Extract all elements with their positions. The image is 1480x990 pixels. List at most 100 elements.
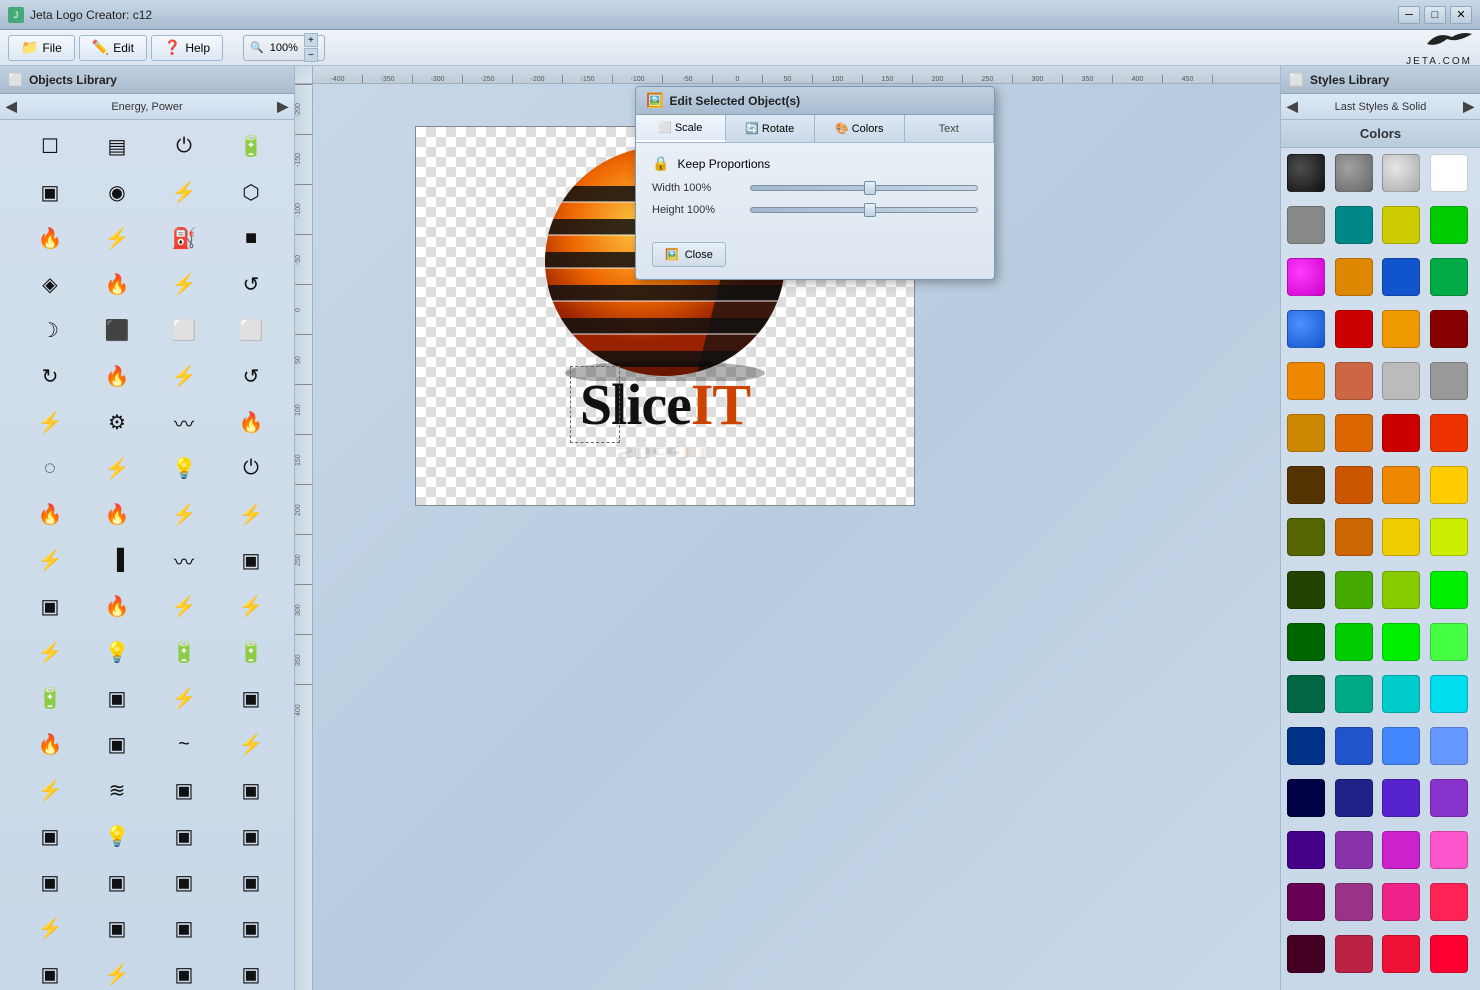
icon-cell[interactable]: 🔥 [225, 400, 277, 444]
icon-cell[interactable]: ⚙ [91, 400, 143, 444]
color-swatch[interactable] [1287, 727, 1325, 765]
icon-cell[interactable]: ▣ [91, 906, 143, 950]
color-swatch[interactable] [1335, 206, 1373, 244]
icon-cell[interactable]: ⚡ [91, 216, 143, 260]
color-swatch[interactable] [1335, 831, 1373, 869]
color-swatch[interactable] [1382, 935, 1420, 973]
icon-cell[interactable]: ↻ [24, 354, 76, 398]
color-swatch[interactable] [1287, 414, 1325, 452]
icon-cell[interactable]: ⛽ [158, 216, 210, 260]
file-menu[interactable]: 📁 File [8, 35, 75, 61]
color-swatch[interactable] [1430, 310, 1468, 348]
color-swatch[interactable] [1430, 258, 1468, 296]
icon-cell[interactable]: ▣ [225, 676, 277, 720]
icon-cell[interactable]: 💡 [91, 814, 143, 858]
icon-cell[interactable]: ▣ [158, 768, 210, 812]
icon-cell[interactable]: ⚡ [158, 492, 210, 536]
icon-cell[interactable]: ▣ [91, 722, 143, 766]
color-swatch[interactable] [1382, 310, 1420, 348]
color-swatch[interactable] [1430, 518, 1468, 556]
icon-cell[interactable]: ▣ [225, 538, 277, 582]
color-swatch[interactable] [1335, 310, 1373, 348]
tab-rotate[interactable]: 🔄 Rotate [726, 115, 816, 142]
icon-cell[interactable]: ⬜ [225, 308, 277, 352]
color-swatch[interactable] [1430, 414, 1468, 452]
color-swatch[interactable] [1287, 362, 1325, 400]
color-swatch[interactable] [1430, 466, 1468, 504]
icon-cell[interactable]: 🔥 [24, 722, 76, 766]
color-swatch[interactable] [1335, 362, 1373, 400]
icon-cell[interactable]: ⚡ [158, 676, 210, 720]
color-swatch[interactable] [1287, 310, 1325, 348]
color-swatch[interactable] [1287, 206, 1325, 244]
icon-cell[interactable]: ▣ [225, 906, 277, 950]
icon-cell[interactable]: ⚡ [24, 768, 76, 812]
color-swatch[interactable] [1287, 831, 1325, 869]
close-button[interactable]: ✕ [1450, 6, 1472, 24]
color-swatch[interactable] [1287, 935, 1325, 973]
icon-cell[interactable]: ▣ [225, 860, 277, 904]
icon-cell[interactable]: ◌ [24, 446, 76, 490]
width-slider[interactable] [750, 185, 978, 191]
color-swatch[interactable] [1382, 154, 1420, 192]
color-swatch[interactable] [1335, 258, 1373, 296]
color-swatch[interactable] [1382, 571, 1420, 609]
icon-cell[interactable]: ▣ [24, 584, 76, 628]
objects-next-button[interactable]: ▶ [277, 98, 288, 115]
color-swatch[interactable] [1430, 935, 1468, 973]
color-swatch[interactable] [1430, 883, 1468, 921]
icon-cell[interactable]: 🔥 [91, 492, 143, 536]
color-swatch[interactable] [1382, 414, 1420, 452]
icon-cell[interactable]: ▣ [158, 952, 210, 990]
color-swatch[interactable] [1335, 466, 1373, 504]
color-swatch[interactable] [1335, 571, 1373, 609]
icon-cell[interactable]: ▤ [91, 124, 143, 168]
icon-cell[interactable]: ▣ [91, 676, 143, 720]
icon-cell[interactable]: ↺ [225, 354, 277, 398]
minimize-button[interactable]: ─ [1398, 6, 1420, 24]
icon-cell[interactable]: ⚡ [158, 262, 210, 306]
color-swatch[interactable] [1430, 831, 1468, 869]
color-swatch[interactable] [1287, 518, 1325, 556]
icon-cell[interactable]: ⬜ [158, 308, 210, 352]
color-swatch[interactable] [1287, 466, 1325, 504]
icon-cell[interactable]: ▣ [225, 768, 277, 812]
icon-cell[interactable]: ⚡ [24, 400, 76, 444]
icon-cell[interactable]: ⏻ [225, 446, 277, 490]
color-swatch[interactable] [1335, 414, 1373, 452]
icon-cell[interactable]: 💡 [158, 446, 210, 490]
icon-cell[interactable]: ▣ [225, 952, 277, 990]
styles-prev-button[interactable]: ◀ [1287, 98, 1298, 115]
icon-cell[interactable]: ▣ [24, 860, 76, 904]
objects-prev-button[interactable]: ◀ [6, 98, 17, 115]
color-swatch[interactable] [1335, 727, 1373, 765]
zoom-in-button[interactable]: + [304, 33, 318, 47]
icon-cell[interactable]: 〰 [158, 400, 210, 444]
tab-colors[interactable]: 🎨 Colors [815, 115, 905, 142]
icon-cell[interactable]: ☽ [24, 308, 76, 352]
icon-cell[interactable]: ~ [158, 722, 210, 766]
color-swatch[interactable] [1382, 831, 1420, 869]
icon-cell[interactable]: ⚡ [158, 584, 210, 628]
color-swatch[interactable] [1430, 675, 1468, 713]
icon-cell[interactable]: 🔥 [91, 262, 143, 306]
color-swatch[interactable] [1430, 206, 1468, 244]
icon-cell[interactable]: ⚡ [24, 906, 76, 950]
objects-scroll-area[interactable]: ☐▤⏻🔋▣◉⚡⬡🔥⚡⛽■◈🔥⚡↺☽⬛⬜⬜↻🔥⚡↺⚡⚙〰🔥◌⚡💡⏻🔥🔥⚡⚡⚡▐〰▣… [0, 120, 294, 990]
icon-cell[interactable]: ⚡ [91, 446, 143, 490]
color-swatch[interactable] [1430, 623, 1468, 661]
color-swatch[interactable] [1335, 623, 1373, 661]
icon-cell[interactable]: ▣ [24, 952, 76, 990]
color-swatch[interactable] [1287, 258, 1325, 296]
color-swatch[interactable] [1287, 779, 1325, 817]
icon-cell[interactable]: ⏻ [158, 124, 210, 168]
color-swatch[interactable] [1335, 154, 1373, 192]
help-menu[interactable]: ❓ Help [151, 35, 223, 61]
maximize-button[interactable]: □ [1424, 6, 1446, 24]
close-button[interactable]: 🖼️ Close [652, 242, 726, 267]
icon-cell[interactable]: 🔋 [24, 676, 76, 720]
icon-cell[interactable]: ⚡ [158, 170, 210, 214]
icon-cell[interactable]: 〰 [158, 538, 210, 582]
icon-cell[interactable]: ▣ [24, 814, 76, 858]
color-swatch[interactable] [1382, 518, 1420, 556]
